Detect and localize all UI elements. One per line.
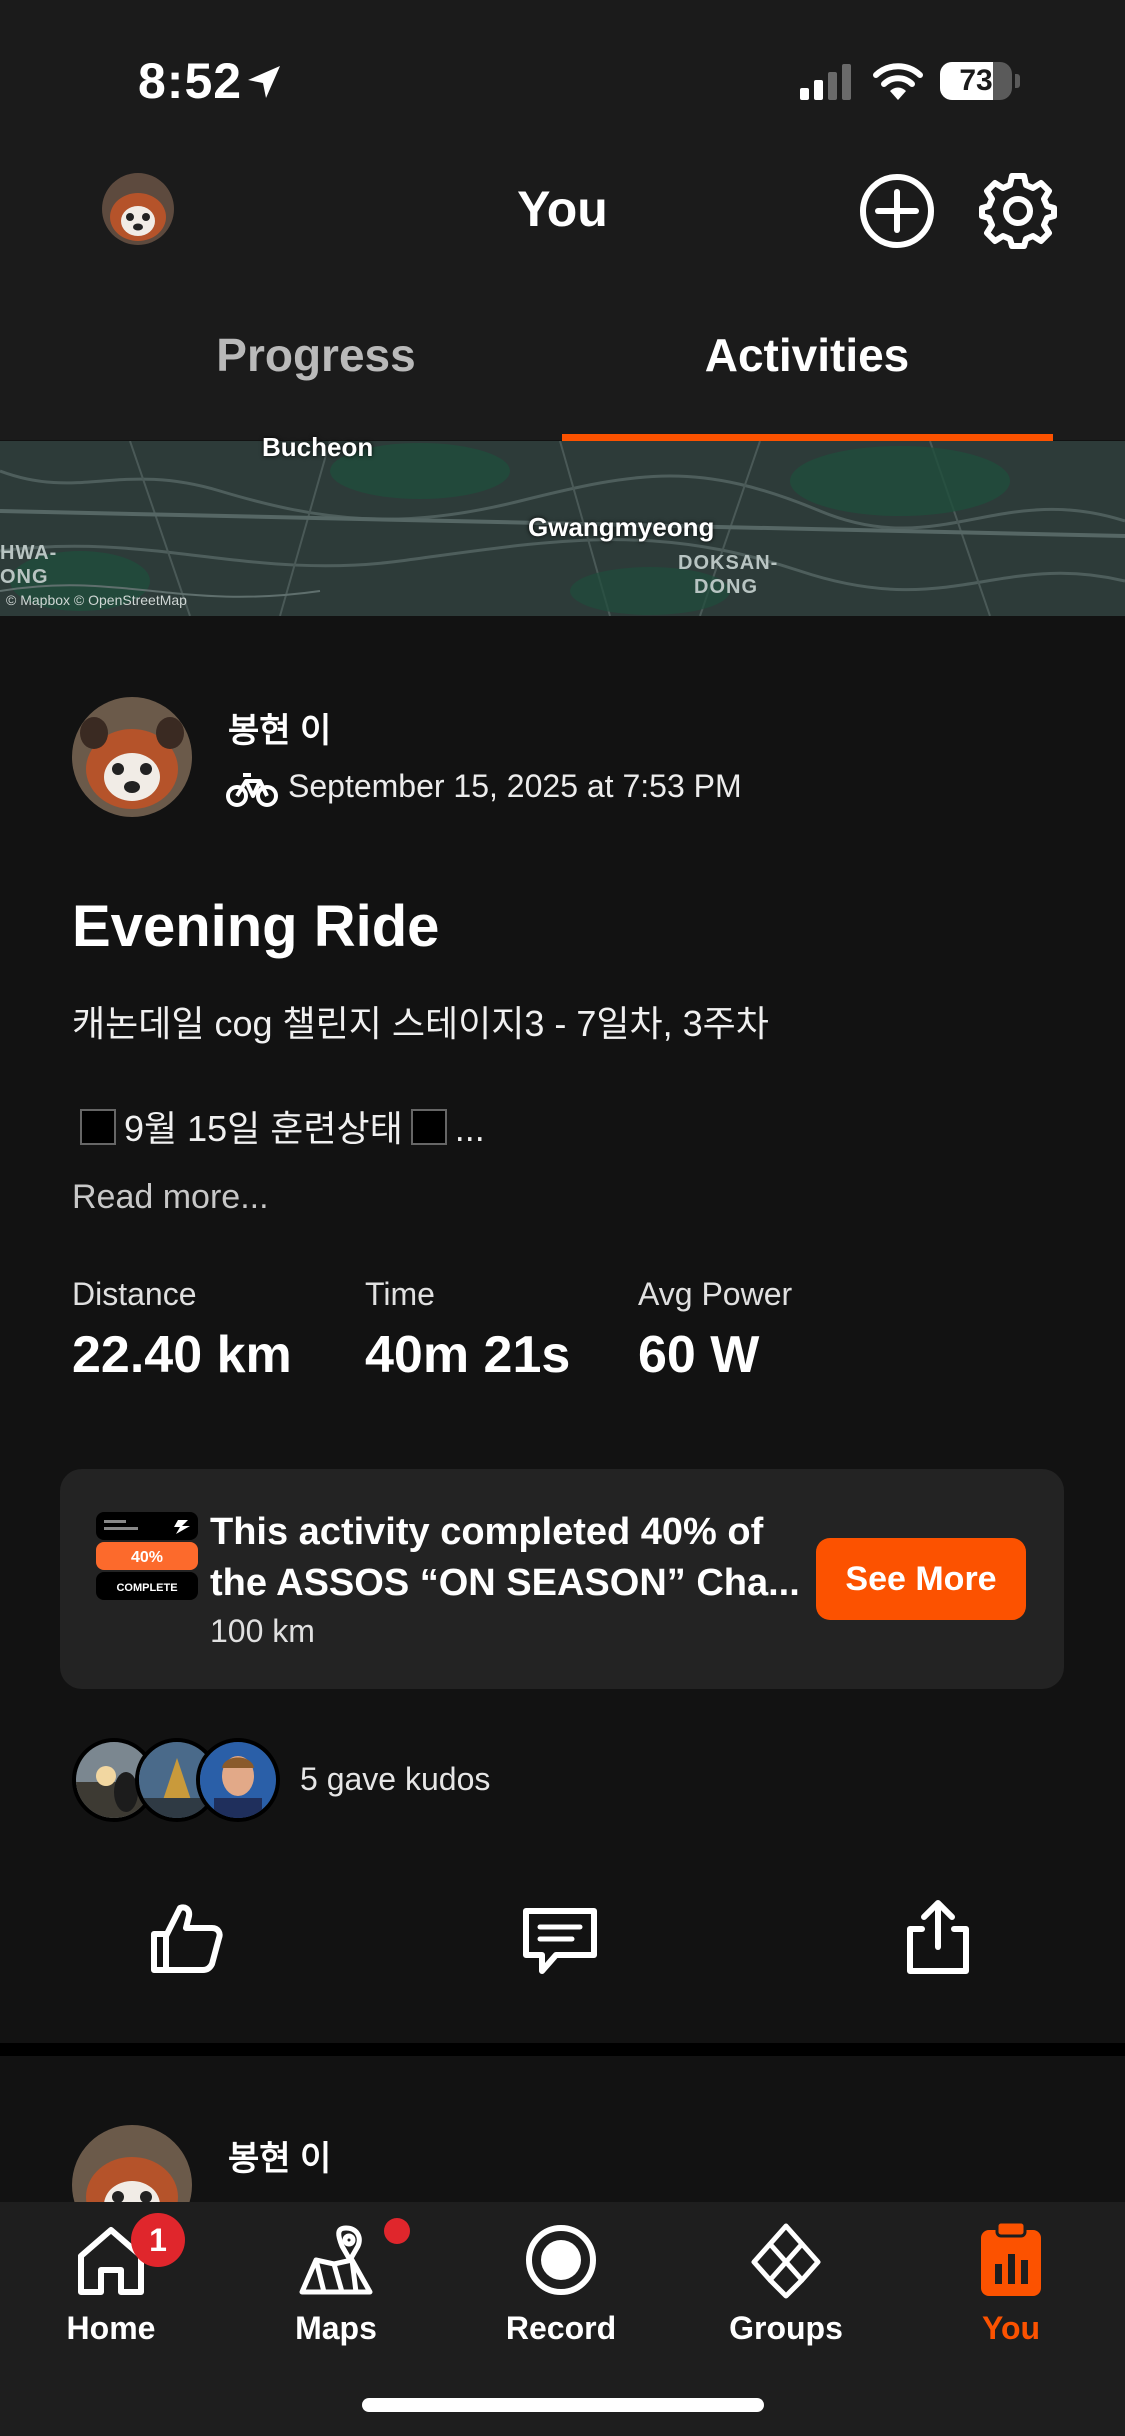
nav-label-record: Record [505,2310,617,2346]
challenge-distance: 100 km [210,1613,315,1649]
notification-badge: 1 [131,2213,185,2267]
nav-label-groups: Groups [729,2310,843,2346]
status-time: 8:52 [138,53,243,109]
activity-description: 캐논데일 cog 챌린지 스테이지3 - 7일차, 3주차 [72,1003,769,1044]
comment-button[interactable] [520,1905,600,1982]
battery-percent: 73 [959,64,993,97]
map-attribution[interactable]: © Mapbox © OpenStreetMap [6,592,187,608]
author-name[interactable]: 봉현 이 [228,2131,331,2180]
you-icon [981,2220,1041,2296]
map-label: HWA- [0,542,58,564]
stat-label-time: Time [365,1276,435,1312]
red-panda-avatar-image [72,697,192,817]
challenge-line-2: the ASSOS “ON SEASON” Cha... [210,1562,800,1604]
stat-label-avg-power: Avg Power [638,1276,793,1312]
nav-label-home: Home [66,2310,156,2346]
black-square-emoji [410,1109,447,1145]
description-ellipsis: ... [454,1108,485,1149]
gear-icon [979,173,1057,249]
stat-label-distance: Distance [72,1276,197,1312]
wifi-icon [873,63,923,100]
author-name[interactable]: 봉현 이 [228,703,331,752]
active-tab-indicator [562,434,1053,441]
challenge-badge-icon: 40% COMPLETE [96,1512,198,1600]
thumbs-up-icon [151,1904,223,1973]
home-indicator [362,2398,764,2412]
author-avatar[interactable] [72,697,192,817]
page-title: You [517,181,608,237]
share-icon [907,1900,969,1974]
kudos-count[interactable]: 5 gave kudos [300,1761,490,1798]
notification-dot [384,2218,410,2244]
bike-icon [226,773,278,807]
share-button[interactable] [900,1897,976,1982]
kudo-avatar[interactable] [196,1738,280,1822]
tab-activities[interactable]: Activities [557,328,1057,382]
challenge-description: This activity completed 40% of the ASSOS… [210,1507,800,1609]
badge-label: COMPLETE [116,1582,177,1594]
nav-label-maps: Maps [295,2310,377,2346]
card-divider [0,2043,1125,2056]
maps-icon [299,2225,373,2295]
battery-indicator: 73 [940,62,1020,102]
map-label: Gwangmyeong [528,512,715,542]
map-label: Bucheon [262,432,374,462]
challenge-badge: 40% COMPLETE [96,1512,198,1600]
map-label: ONG [0,566,49,588]
activity-date: September 15, 2025 at 7:53 PM [288,768,742,804]
stat-value-time: 40m 21s [365,1326,571,1384]
cellular-signal-icon [800,64,851,100]
tab-progress[interactable]: Progress [66,328,566,382]
activity-title[interactable]: Evening Ride [72,893,439,960]
kudo-avatar-image [200,1742,276,1818]
comment-icon [523,1908,597,1974]
read-more-link[interactable]: Read more... [72,1178,269,1217]
location-arrow-icon [248,66,280,98]
map-label: DOKSAN- [678,552,779,574]
badge-percent: 40% [131,1549,163,1566]
activity-description-line2: 9월 15일 훈련상태... [72,1100,485,1152]
groups-icon [751,2223,821,2299]
see-more-button[interactable]: See More [816,1538,1026,1620]
record-icon [526,2225,596,2295]
stat-value-distance: 22.40 km [72,1326,292,1384]
map-label: DONG [694,576,758,598]
plus-circle-icon [860,174,934,248]
challenge-line-1: This activity completed 40% of [210,1511,764,1553]
nav-label-you: You [981,2310,1041,2346]
black-square-emoji [80,1109,116,1145]
settings-button[interactable] [978,170,1058,250]
kudos-button[interactable] [148,1900,224,1981]
stat-value-avg-power: 60 W [638,1326,760,1384]
add-button[interactable] [858,172,936,250]
description-text: 9월 15일 훈련상태 [124,1108,403,1149]
